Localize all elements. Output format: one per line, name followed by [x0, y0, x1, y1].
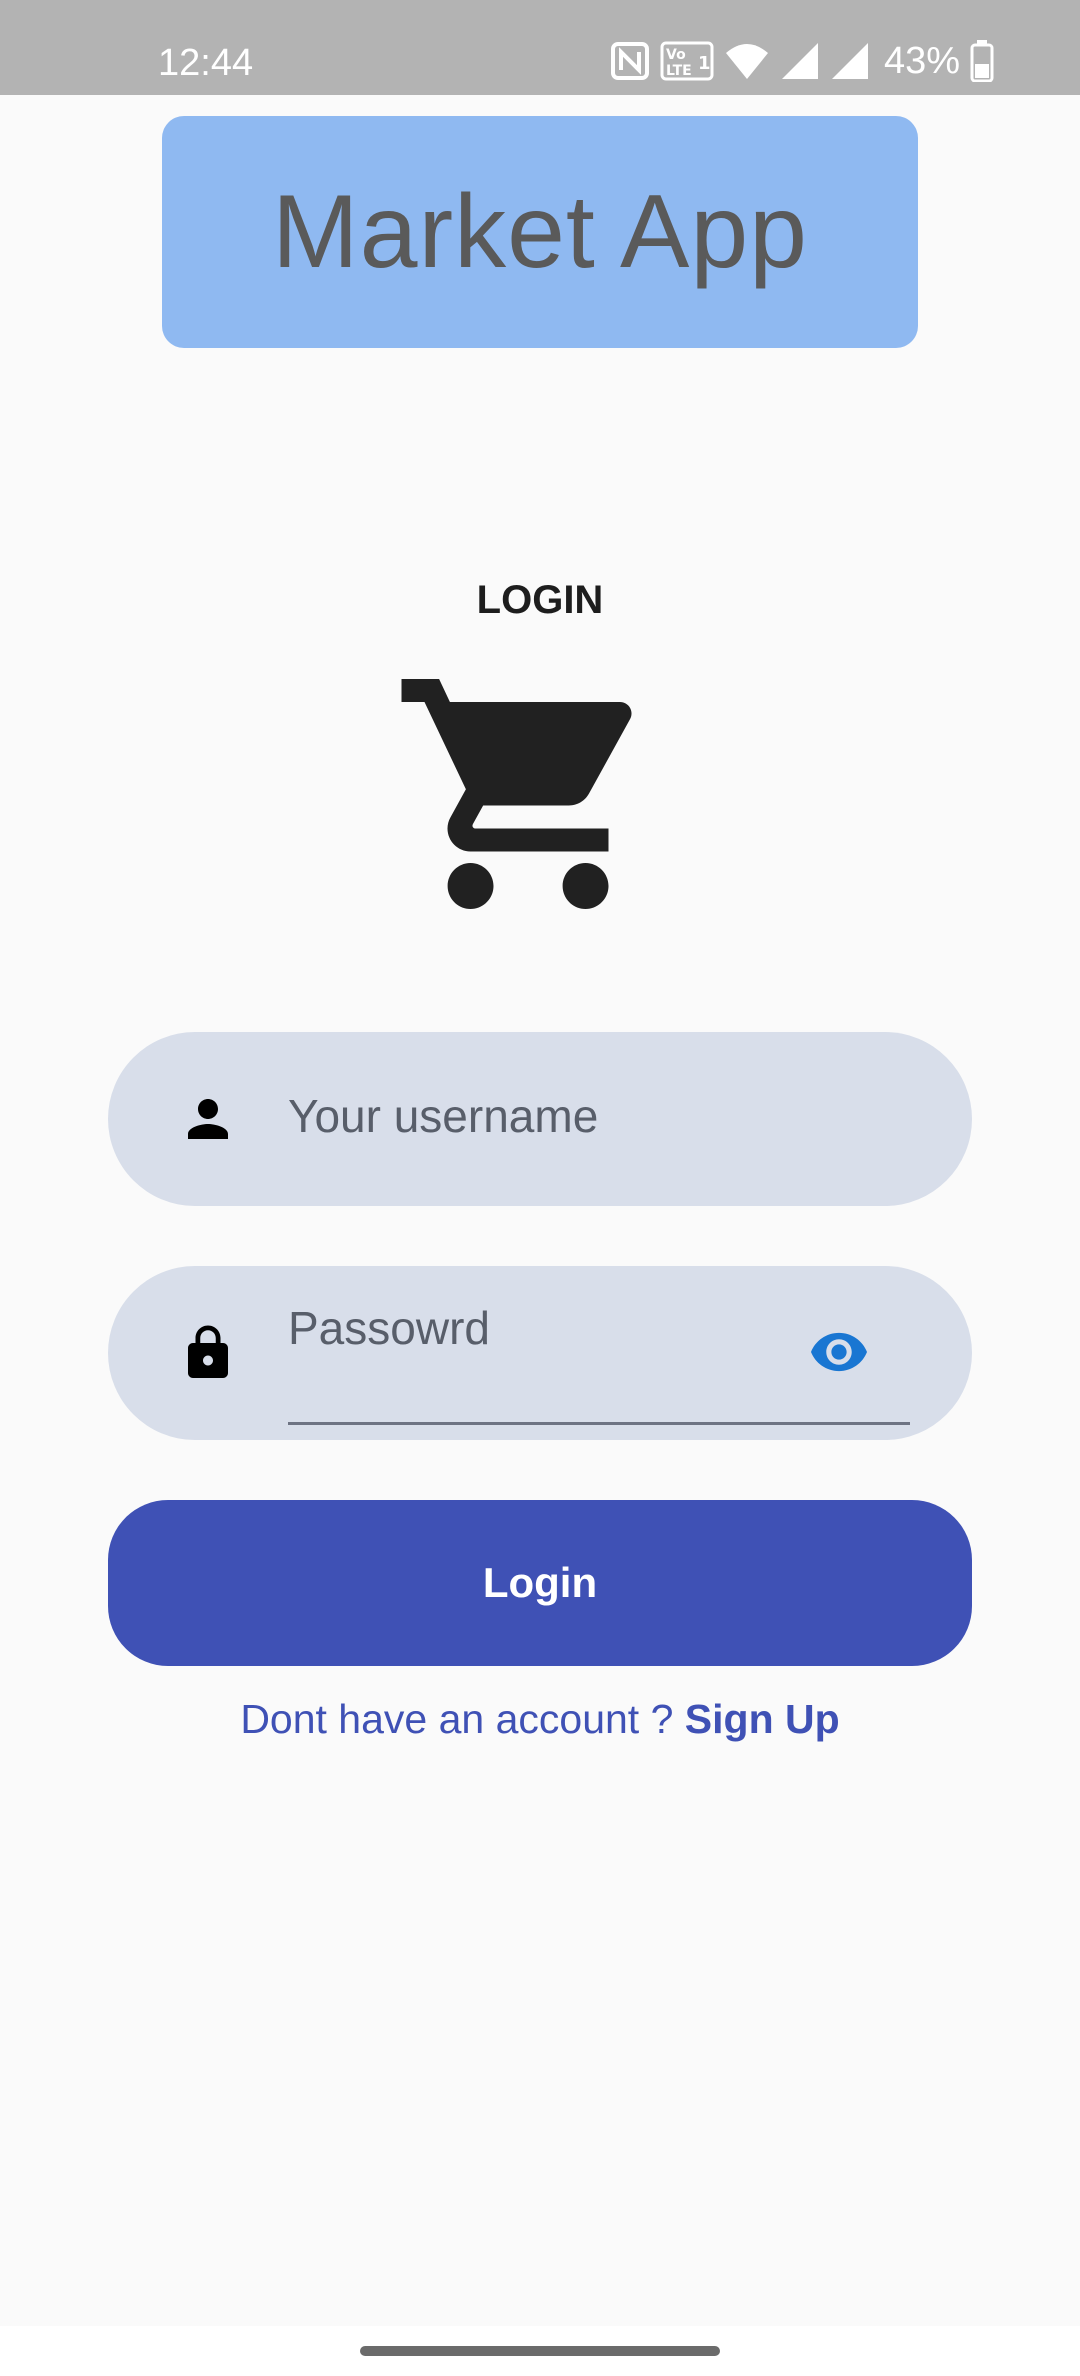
battery-icon [970, 40, 994, 82]
password-underline [288, 1422, 910, 1425]
svg-text:Vo: Vo [666, 47, 686, 63]
person-icon [188, 1099, 228, 1139]
status-time: 12:44 [158, 42, 254, 84]
login-button[interactable]: Login [108, 1500, 972, 1666]
signal-icon [831, 43, 868, 79]
password-input[interactable] [288, 1288, 848, 1368]
signup-row: Dont have an account ? Sign Up [0, 1696, 1080, 1743]
username-input[interactable] [288, 1076, 848, 1156]
svg-text:LTE: LTE [666, 63, 692, 79]
navigation-bar [0, 2326, 1080, 2376]
status-bar: 12:44 Vo LTE 1 43% [0, 0, 1080, 95]
app-title: Market App [271, 173, 809, 290]
wifi-icon [725, 44, 768, 79]
app-header-banner: Market App [162, 116, 918, 348]
battery-percent: 43% [883, 40, 960, 82]
login-heading: LOGIN [476, 578, 604, 622]
home-indicator[interactable] [360, 2346, 720, 2356]
eye-icon[interactable] [804, 1324, 874, 1380]
status-icons: Vo LTE 1 43% [610, 38, 994, 84]
lock-icon [188, 1325, 228, 1378]
signup-prompt: Dont have an account ? [240, 1696, 685, 1742]
username-field[interactable] [108, 1032, 972, 1206]
signup-link[interactable]: Sign Up [685, 1696, 840, 1742]
signal-icon [781, 43, 818, 79]
shopping-cart-icon [401, 679, 632, 909]
svg-text:1: 1 [698, 53, 711, 74]
nfc-icon [610, 42, 649, 80]
volte-icon: Vo LTE 1 [660, 41, 714, 81]
password-field[interactable] [108, 1266, 972, 1440]
